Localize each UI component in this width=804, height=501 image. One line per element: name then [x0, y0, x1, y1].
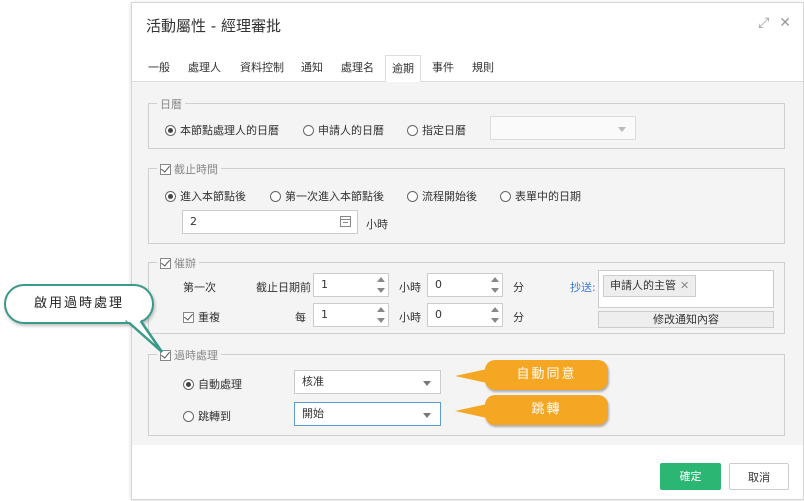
- spinner-icon[interactable]: [490, 276, 500, 294]
- calendar-option-handler[interactable]: 本節點處理人的日曆: [165, 122, 279, 138]
- remove-tag-icon[interactable]: ✕: [680, 276, 689, 296]
- edit-notice-button[interactable]: 修改通知內容: [598, 311, 774, 328]
- hours-unit: 小時: [399, 281, 421, 294]
- minutes-unit: 分: [513, 281, 524, 294]
- calendar-option-specified[interactable]: 指定日曆: [407, 122, 466, 138]
- chevron-down-icon: [618, 127, 626, 132]
- spinner-icon[interactable]: [376, 276, 386, 294]
- tab-notification[interactable]: 通知: [295, 55, 329, 81]
- overdue-tab-content: 日曆 本節點處理人的日曆 申請人的日曆 指定日曆 截止時間 進入本節點後 第一次…: [132, 82, 803, 445]
- cc-tag: 申請人的主管 ✕: [603, 275, 697, 297]
- specified-calendar-select[interactable]: [490, 116, 636, 140]
- dialog-title: 活動屬性 - 經理審批: [146, 17, 281, 35]
- first-minutes-stepper[interactable]: 0: [427, 273, 503, 297]
- auto-action-select[interactable]: 核准: [294, 370, 441, 394]
- dialog-header-icons: ⤢ ✕: [758, 15, 791, 31]
- calendar-legend: 日曆: [160, 98, 182, 111]
- radio-icon[interactable]: [407, 190, 418, 202]
- overdue-legend: 過時處理: [174, 349, 218, 362]
- radio-icon[interactable]: [165, 190, 176, 202]
- radio-icon[interactable]: [183, 378, 194, 390]
- cc-label: 抄送:: [570, 281, 596, 294]
- minutes-unit: 分: [513, 311, 524, 324]
- radio-icon[interactable]: [407, 124, 418, 136]
- chevron-down-icon: [423, 381, 431, 386]
- deadline-section: 截止時間 進入本節點後 第一次進入本節點後 流程開始後 表單中的日期 2 小時: [148, 161, 785, 244]
- tab-handler-name[interactable]: 處理名: [335, 55, 380, 81]
- reminder-legend: 催辦: [174, 257, 196, 270]
- bubble-tail: [124, 318, 164, 353]
- calendar-section: 日曆 本節點處理人的日曆 申請人的日曆 指定日曆: [148, 96, 785, 149]
- tab-rules[interactable]: 規則: [466, 55, 500, 81]
- radio-icon[interactable]: [500, 190, 511, 202]
- tab-handler[interactable]: 處理人: [182, 55, 227, 81]
- tab-events[interactable]: 事件: [426, 55, 460, 81]
- deadline-option-first-enter[interactable]: 第一次進入本節點後: [270, 188, 384, 204]
- jump-target-select[interactable]: 開始: [294, 402, 441, 426]
- deadline-checkbox[interactable]: [160, 163, 171, 175]
- spinner-icon[interactable]: [376, 306, 386, 324]
- hours-unit: 小時: [399, 311, 421, 324]
- deadline-option-enter-node[interactable]: 進入本節點後: [165, 188, 246, 204]
- before-deadline-label: 截止日期前: [256, 281, 311, 294]
- deadline-option-process-start[interactable]: 流程開始後: [407, 188, 477, 204]
- overdue-option-jump[interactable]: 跳轉到: [183, 408, 231, 424]
- chevron-down-icon: [423, 413, 431, 418]
- overdue-handling-section: 過時處理 自動處理 核准 跳轉到 開始: [148, 347, 785, 436]
- tab-overdue[interactable]: 逾期: [385, 55, 421, 83]
- repeat-checkbox[interactable]: [183, 311, 194, 323]
- radio-icon[interactable]: [270, 190, 281, 202]
- first-hours-stepper[interactable]: 1: [313, 273, 389, 297]
- tab-data-control[interactable]: 資料控制: [234, 55, 290, 81]
- calendar-icon[interactable]: [340, 216, 351, 227]
- every-label: 每: [295, 311, 306, 324]
- reminder-checkbox[interactable]: [160, 257, 171, 269]
- overdue-option-auto[interactable]: 自動處理: [183, 376, 242, 392]
- spinner-icon[interactable]: [490, 306, 500, 324]
- radio-icon[interactable]: [183, 410, 194, 422]
- activity-properties-dialog: 活動屬性 - 經理審批 ⤢ ✕ 一般 處理人 資料控制 通知 處理名 逾期 事件…: [131, 2, 804, 500]
- deadline-value-input[interactable]: 2: [182, 210, 358, 234]
- callout-auto-approve: 自動同意: [455, 360, 608, 390]
- first-reminder-label: 第一次: [183, 281, 216, 294]
- close-icon[interactable]: ✕: [779, 15, 791, 31]
- deadline-option-form-date[interactable]: 表單中的日期: [500, 188, 581, 204]
- repeat-option[interactable]: 重複: [183, 309, 220, 325]
- calendar-option-applicant[interactable]: 申請人的日曆: [303, 122, 384, 138]
- deadline-unit: 小時: [366, 218, 388, 231]
- tab-general[interactable]: 一般: [142, 55, 176, 81]
- repeat-minutes-stepper[interactable]: 0: [427, 303, 503, 327]
- radio-icon[interactable]: [303, 124, 314, 136]
- expand-icon[interactable]: ⤢: [758, 15, 769, 31]
- callout-jump: 跳轉: [455, 395, 608, 425]
- cc-recipients-box[interactable]: 申請人的主管 ✕: [598, 270, 774, 308]
- repeat-hours-stepper[interactable]: 1: [313, 303, 389, 327]
- cancel-button[interactable]: 取消: [729, 463, 789, 490]
- deadline-legend: 截止時間: [174, 163, 218, 176]
- tab-bar: 一般 處理人 資料控制 通知 處理名 逾期 事件 規則: [132, 55, 803, 83]
- radio-icon[interactable]: [165, 124, 176, 136]
- ok-button[interactable]: 確定: [660, 463, 721, 490]
